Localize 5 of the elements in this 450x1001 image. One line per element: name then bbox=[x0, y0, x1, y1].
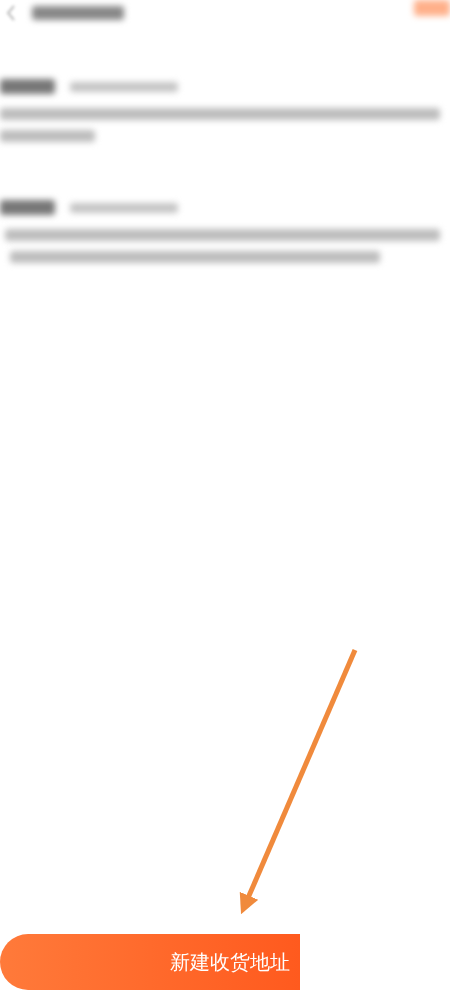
new-address-button[interactable]: 新建收货地址 bbox=[0, 934, 300, 990]
blurred-tag bbox=[414, 0, 450, 16]
blurred-heading bbox=[0, 79, 55, 94]
back-icon[interactable] bbox=[6, 4, 16, 22]
blurred-heading bbox=[0, 200, 55, 215]
